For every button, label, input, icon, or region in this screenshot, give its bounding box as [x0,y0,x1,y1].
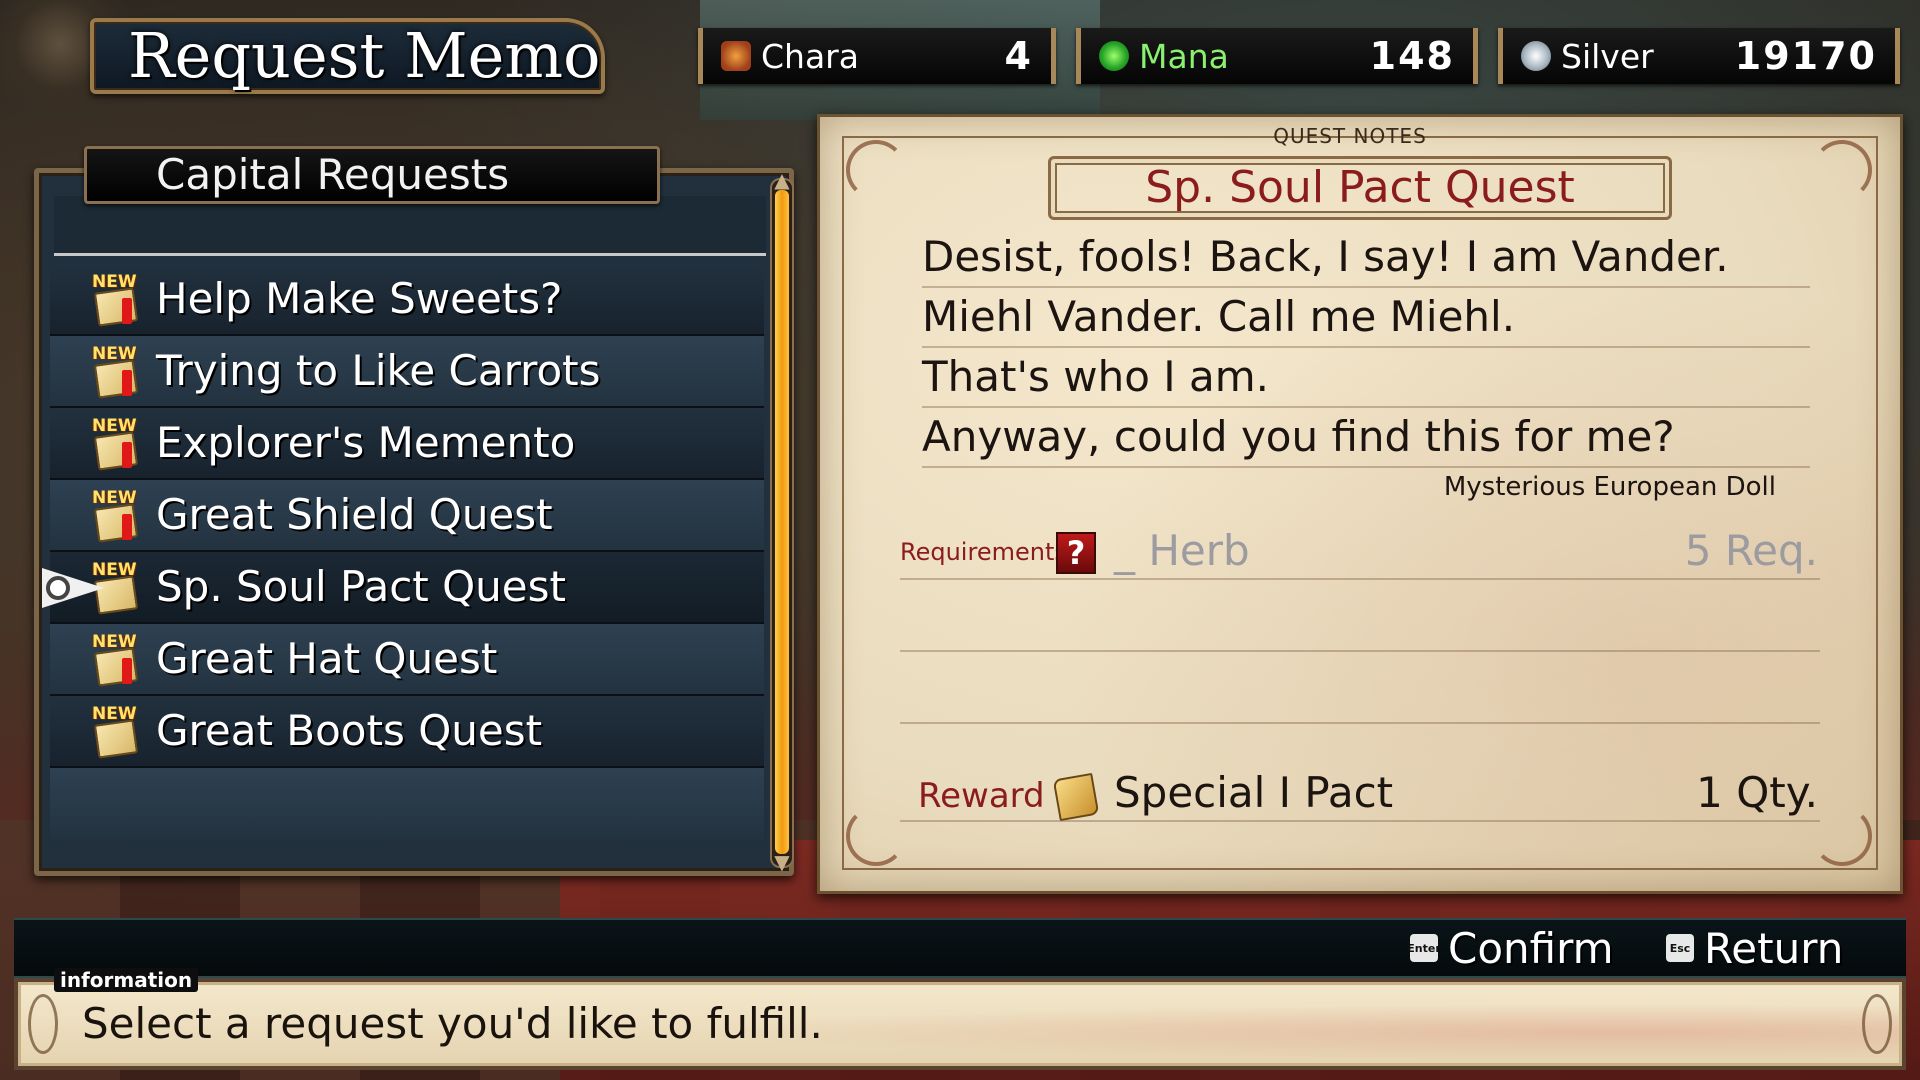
quest-title: Sp. Soul Pact Quest [1145,162,1575,213]
quest-note-line: Desist, fools! Back, I say! I am Vander. [922,228,1810,288]
divider [900,820,1820,822]
pact-scroll-icon [1052,770,1102,822]
corner-swirl-icon [1812,806,1872,866]
request-item-sp-soul-pact-quest[interactable]: NEW Sp. Soul Pact Quest [42,552,764,624]
chara-label: Chara [761,36,859,76]
new-badge: NEW [92,704,137,724]
requirement-quantity: 5 Req. [1684,526,1818,575]
information-text: Select a request you'd like to fulfill. [82,999,823,1048]
mana-label: Mana [1139,36,1229,76]
request-item-label: Great Shield Quest [156,490,553,539]
request-item-label: Help Make Sweets? [156,274,563,323]
mana-stat: Mana 148 [1076,28,1478,84]
reward-item: Special I Pact [1114,768,1394,817]
silver-coin-icon [1521,41,1551,71]
controls-bar [14,918,1906,978]
new-scroll-icon: NEW [88,632,142,688]
esc-key-icon: Esc [1666,934,1694,962]
new-badge: NEW [92,416,137,436]
request-item-label: Great Boots Quest [156,706,543,755]
divider [900,578,1820,580]
new-scroll-icon: NEW [88,416,142,472]
request-item-label: Explorer's Memento [156,418,576,467]
corner-swirl-icon [1812,140,1872,200]
request-item-great-hat-quest[interactable]: NEW Great Hat Quest [50,624,764,696]
scroll-down-icon: ▼ [774,850,790,874]
mana-value: 148 [1369,34,1455,78]
request-list: NEW Help Make Sweets? NEW Trying to Like… [42,264,764,768]
new-badge: NEW [92,272,137,292]
quest-note-line: Anyway, could you find this for me? [922,408,1810,468]
unknown-item-icon: ? [1056,532,1096,574]
request-item-help-make-sweets[interactable]: NEW Help Make Sweets? [50,264,764,336]
return-label: Return [1704,923,1844,973]
return-button[interactable]: Esc Return [1666,918,1843,978]
request-item-label: Trying to Like Carrots [156,346,601,395]
request-list-header: Capital Requests [156,150,510,199]
requirements-label: Requirements [900,538,1067,566]
chara-stat: Chara 4 [698,28,1056,84]
reward-label: Reward [918,776,1045,816]
new-scroll-icon: NEW [88,488,142,544]
scroll-up-icon: ▲ [774,168,790,192]
ornament-icon [1862,994,1892,1054]
quest-note-line: That's who I am. [922,348,1810,408]
request-item-label: Great Hat Quest [156,634,498,683]
request-item-great-shield-quest[interactable]: NEW Great Shield Quest [50,480,764,552]
quest-note-line: Miehl Vander. Call me Miehl. [922,288,1810,348]
corner-swirl-icon [846,140,906,200]
new-badge: NEW [92,632,137,652]
enter-key-icon: Enter [1407,934,1441,962]
character-icon [721,41,751,71]
requirement-item: _ Herb [1114,526,1250,575]
request-item-great-boots-quest[interactable]: NEW Great Boots Quest [50,696,764,768]
silver-value: 19170 [1734,34,1877,78]
reward-quantity: 1 Qty. [1696,768,1818,817]
mana-orb-icon [1099,41,1129,71]
new-scroll-icon: NEW [88,704,142,760]
selection-cursor-icon [42,568,104,608]
silver-label: Silver [1561,36,1654,76]
request-item-explorers-memento[interactable]: NEW Explorer's Memento [50,408,764,480]
new-badge: NEW [92,344,137,364]
corner-swirl-icon [846,806,906,866]
information-tab: information [54,968,199,992]
ornament-icon [28,994,58,1054]
new-scroll-icon: NEW [88,272,142,328]
new-scroll-icon: NEW [88,344,142,400]
quest-notes-label: QUEST NOTES [1273,124,1427,148]
confirm-label: Confirm [1448,923,1614,973]
request-item-label: Sp. Soul Pact Quest [156,562,566,611]
request-list-top-area [54,196,766,256]
request-list-scrollbar-thumb[interactable] [775,190,789,854]
divider [900,650,1820,652]
new-badge: NEW [92,488,137,508]
confirm-button[interactable]: Enter Confirm [1407,918,1614,978]
silver-stat: Silver 19170 [1498,28,1900,84]
screen-title: Request Memo [128,19,601,92]
request-item-trying-to-like-carrots[interactable]: NEW Trying to Like Carrots [50,336,764,408]
divider [900,722,1820,724]
request-list-empty-row [50,768,764,840]
quest-requester: Mysterious European Doll [1443,472,1776,502]
chara-value: 4 [1004,34,1033,78]
